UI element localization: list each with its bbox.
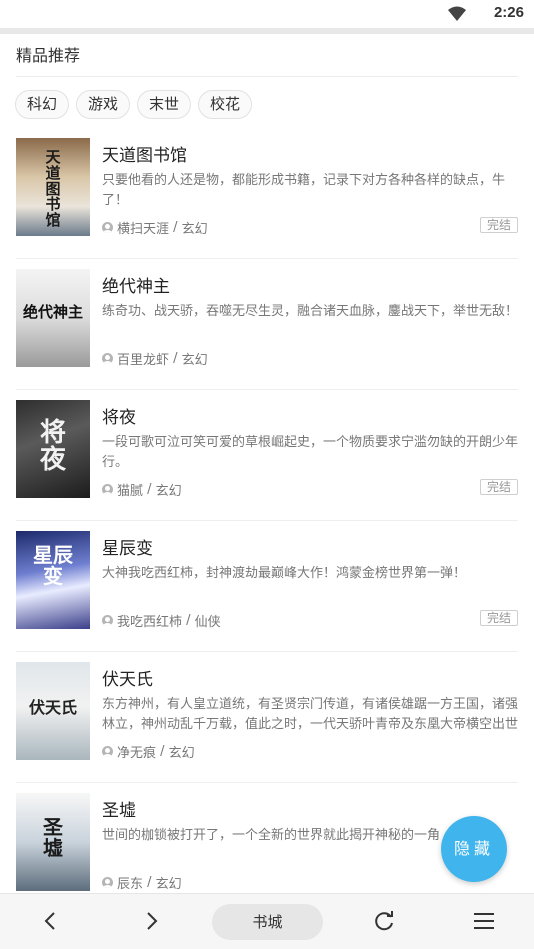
book-item[interactable]: 星辰变 星辰变 大神我吃西红柿，封神渡劫最巅峰大作！鸿蒙金榜世界第一弹！ 我吃西… <box>16 521 518 652</box>
meta-separator: / <box>156 744 169 759</box>
meta-separator: / <box>143 482 156 497</box>
book-meta: 横扫天涯 / 玄幻 <box>102 218 208 237</box>
book-author: 猫腻 <box>117 484 144 499</box>
book-author: 横扫天涯 <box>117 222 170 237</box>
meta-separator: / <box>182 613 195 628</box>
user-icon <box>102 353 113 364</box>
book-description: 练奇功、战天骄，吞噬无尽生灵，融合诸天血脉，鏖战天下，举世无敌！ <box>102 304 518 319</box>
back-button[interactable] <box>36 906 66 936</box>
user-icon <box>102 877 113 888</box>
meta-separator: / <box>169 220 182 235</box>
book-title: 天道图书馆 <box>102 146 187 166</box>
cover-title: 伏天氏 <box>28 698 77 717</box>
cover-title: 绝代神主 <box>22 303 83 321</box>
forward-arrow-icon <box>147 912 158 930</box>
status-badge: 完结 <box>479 479 518 495</box>
book-item[interactable]: 天道图书馆 天道图书馆 只要他看的人还是物，都能形成书籍，记录下对方各种各样的缺… <box>16 128 518 259</box>
cover-title: 星辰变 <box>33 543 73 588</box>
section-title: 精品推荐 <box>16 46 81 65</box>
tag-chip[interactable]: 科幻 <box>15 90 70 119</box>
bottom-nav-bar: 书城 <box>0 893 534 949</box>
book-author: 辰东 <box>117 877 144 892</box>
book-description: 东方神州，有人皇立道统，有圣贤宗门传道，有诸侯雄踞一方王国，诸强林立，神州动乱千… <box>102 697 518 732</box>
book-cover: 星辰变 <box>16 531 90 629</box>
book-description: 一段可歌可泣可笑可爱的草根崛起史，一个物质要求宁滥勿缺的开朗少年行。 <box>102 435 518 470</box>
book-genre: 玄幻 <box>181 353 208 368</box>
status-time: 2:26 <box>493 4 524 21</box>
menu-button[interactable] <box>469 906 499 936</box>
bookstore-button[interactable]: 书城 <box>212 904 323 940</box>
book-author: 百里龙虾 <box>117 353 170 368</box>
book-description: 大神我吃西红柿，封神渡劫最巅峰大作！鸿蒙金榜世界第一弹！ <box>102 566 467 581</box>
book-genre: 玄幻 <box>155 484 182 499</box>
book-title: 将夜 <box>102 408 136 428</box>
book-meta: 我吃西红柿 / 仙侠 <box>102 611 221 630</box>
book-cover: 伏天氏 <box>16 662 90 760</box>
tag-chip[interactable]: 游戏 <box>76 90 131 119</box>
user-icon <box>102 222 113 233</box>
wifi-icon <box>448 6 466 21</box>
meta-separator: / <box>169 351 182 366</box>
tag-row: 科幻 游戏 末世 校花 <box>15 90 253 119</box>
book-genre: 玄幻 <box>155 877 182 892</box>
tag-chip[interactable]: 末世 <box>137 90 192 119</box>
book-title: 圣墟 <box>102 801 136 821</box>
status-divider <box>0 28 534 34</box>
book-title: 伏天氏 <box>102 670 153 690</box>
status-badge: 完结 <box>479 610 518 626</box>
hide-button[interactable]: 隐藏 <box>441 816 507 882</box>
status-bar: 2:26 <box>0 0 534 28</box>
refresh-button[interactable] <box>369 906 399 936</box>
section-divider <box>16 76 518 77</box>
book-item[interactable]: 绝代神主 绝代神主 练奇功、战天骄，吞噬无尽生灵，融合诸天血脉，鏖战天下，举世无… <box>16 259 518 390</box>
user-icon <box>102 746 113 757</box>
book-author: 我吃西红柿 <box>117 615 183 630</box>
book-title: 绝代神主 <box>102 277 170 297</box>
user-icon <box>102 484 113 495</box>
book-author: 净无痕 <box>117 746 157 761</box>
book-list: 天道图书馆 天道图书馆 只要他看的人还是物，都能形成书籍，记录下对方各种各样的缺… <box>16 128 518 893</box>
tag-chip[interactable]: 校花 <box>198 90 253 119</box>
forward-button[interactable] <box>136 906 166 936</box>
book-item[interactable]: 将夜 将夜 一段可歌可泣可笑可爱的草根崛起史，一个物质要求宁滥勿缺的开朗少年行。… <box>16 390 518 521</box>
user-icon <box>102 615 113 626</box>
book-meta: 净无痕 / 玄幻 <box>102 742 195 761</box>
book-meta: 辰东 / 玄幻 <box>102 873 182 892</box>
book-item[interactable]: 伏天氏 伏天氏 东方神州，有人皇立道统，有圣贤宗门传道，有诸侯雄踞一方王国，诸强… <box>16 652 518 783</box>
book-genre: 玄幻 <box>168 746 195 761</box>
book-cover: 天道图书馆 <box>16 138 90 236</box>
book-cover: 绝代神主 <box>16 269 90 367</box>
book-meta: 猫腻 / 玄幻 <box>102 480 182 499</box>
menu-icon <box>474 913 494 929</box>
meta-separator: / <box>143 875 156 890</box>
cover-title: 圣墟 <box>43 815 63 860</box>
cover-title: 将夜 <box>39 418 66 476</box>
book-title: 星辰变 <box>102 539 153 559</box>
status-badge: 完结 <box>479 217 518 233</box>
back-arrow-icon <box>44 912 55 930</box>
refresh-icon <box>375 911 393 931</box>
book-genre: 玄幻 <box>181 222 208 237</box>
book-cover: 圣墟 <box>16 793 90 891</box>
cover-title: 天道图书馆 <box>45 148 61 229</box>
book-cover: 将夜 <box>16 400 90 498</box>
book-meta: 百里龙虾 / 玄幻 <box>102 349 208 368</box>
book-description: 只要他看的人还是物，都能形成书籍，记录下对方各种各样的缺点，牛了！ <box>102 173 506 208</box>
book-genre: 仙侠 <box>194 615 221 630</box>
